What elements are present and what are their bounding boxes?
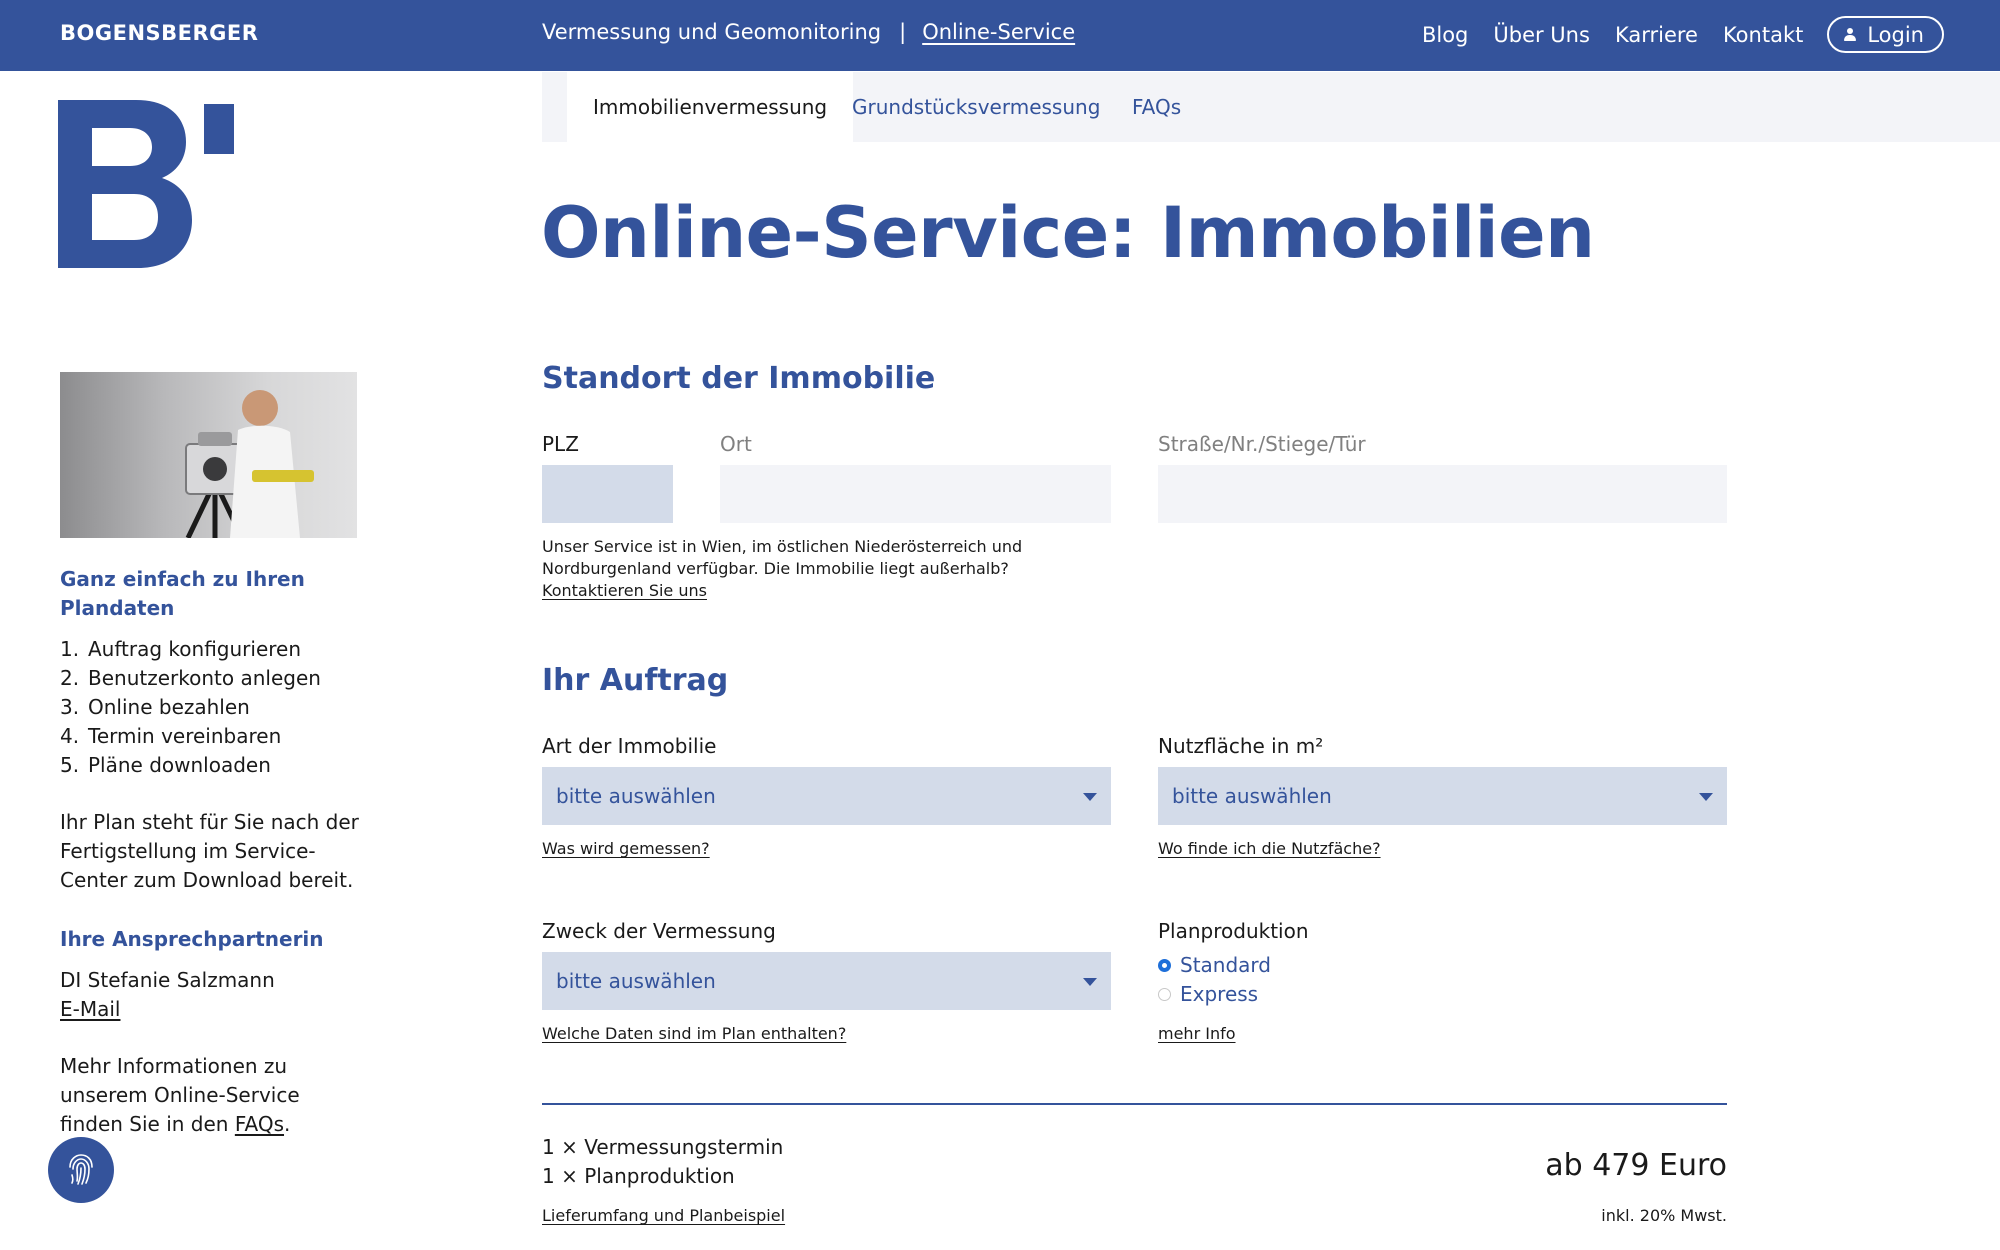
radio-express[interactable]: Express (1158, 982, 1258, 1006)
b-logo-icon[interactable] (58, 100, 238, 268)
order-heading: Ihr Auftrag (542, 663, 729, 698)
purpose-select[interactable]: bitte auswählen (542, 952, 1111, 1010)
tax-note: inkl. 20% Mwst. (1601, 1206, 1727, 1225)
tab-faqs[interactable]: FAQs (1132, 72, 1181, 142)
nav-ueber-uns[interactable]: Über Uns (1493, 23, 1590, 47)
login-button[interactable]: Login (1827, 16, 1944, 53)
steps-list: 1. Auftrag konfigurieren 2. Benutzerkonto … (60, 635, 360, 780)
service-area-note: Unser Service ist in Wien, im östlichen … (542, 537, 1023, 600)
list-item: 2. Benutzerkonto anlegen (60, 666, 321, 690)
street-label: Straße/Nr./Stiege/Tür (1158, 432, 1366, 456)
summary-item: 1 × Planproduktion (542, 1164, 735, 1188)
street-input[interactable] (1158, 465, 1727, 523)
nav-separator: | (899, 20, 907, 44)
list-item: 3. Online bezahlen (60, 695, 250, 719)
plan-data-link[interactable]: Welche Daten sind im Plan enthalten? (542, 1023, 846, 1045)
nav-online-service[interactable]: Online-Service (922, 20, 1075, 44)
sub-tabs: Immobilienvermessung Grundstücksvermessu… (542, 72, 2000, 142)
contact-us-link[interactable]: Kontaktieren Sie uns (542, 581, 707, 600)
user-icon (1843, 27, 1857, 42)
nav-kontakt[interactable]: Kontakt (1723, 23, 1803, 47)
radio-unselected-icon[interactable] (1158, 987, 1171, 1001)
summary-item: 1 × Vermessungstermin (542, 1135, 784, 1159)
secondary-nav: Blog Über Uns Karriere Kontakt Login (1397, 16, 1944, 53)
plz-label: PLZ (542, 432, 579, 456)
production-label: Planproduktion (1158, 919, 1309, 943)
what-is-measured-link[interactable]: Was wird gemessen? (542, 838, 710, 860)
tab-immobilienvermessung[interactable]: Immobilienvermessung (567, 72, 854, 142)
contact-heading: Ihre Ansprechpartnerin (60, 927, 324, 951)
fingerprint-icon (69, 1154, 93, 1185)
chevron-down-icon (1699, 793, 1713, 801)
top-navigation-bar: BOGENSBERGER Vermessung und Geomonitorin… (0, 0, 2000, 71)
production-info-link[interactable]: mehr Info (1158, 1023, 1236, 1045)
radio-standard[interactable]: Standard (1158, 953, 1271, 977)
scope-link[interactable]: Lieferumfang und Planbeispiel (542, 1205, 785, 1227)
nav-blog[interactable]: Blog (1422, 23, 1468, 47)
contact-email-link[interactable]: E-Mail (60, 997, 120, 1021)
contact-name: DI Stefanie Salzmann (60, 968, 275, 992)
login-label: Login (1867, 22, 1924, 47)
page-title: Online-Service: Immobilien (541, 192, 1595, 274)
area-label: Nutzfläche in m² (1158, 734, 1324, 758)
price: ab 479 Euro (1545, 1148, 1727, 1183)
sidebar-heading: Ganz einfach zu Ihren Plandaten (60, 567, 305, 620)
tab-grundstuecksvermessung[interactable]: Grundstücksvermessung (852, 72, 1100, 142)
area-select[interactable]: bitte auswählen (1158, 767, 1727, 825)
plz-input[interactable] (542, 465, 673, 523)
nav-karriere[interactable]: Karriere (1615, 23, 1698, 47)
faqs-link[interactable]: FAQs (235, 1112, 284, 1136)
list-item: 4. Termin vereinbaren (60, 724, 282, 748)
list-item: 5. Pläne downloaden (60, 753, 271, 777)
location-heading: Standort der Immobilie (542, 361, 936, 396)
area-help-link[interactable]: Wo finde ich die Nutzfäche? (1158, 838, 1381, 860)
radio-selected-icon[interactable] (1158, 958, 1171, 972)
fingerprint-button[interactable] (48, 1137, 114, 1203)
list-item: 1. Auftrag konfigurieren (60, 637, 302, 661)
chevron-down-icon (1083, 793, 1097, 801)
nav-vermessung[interactable]: Vermessung und Geomonitoring (542, 20, 881, 44)
purpose-label: Zweck der Vermessung (542, 919, 776, 943)
more-info-text: Mehr Informationen zu unserem Online-Ser… (60, 1054, 300, 1136)
summary-items: 1 × Vermessungstermin 1 × Planproduktion (542, 1133, 783, 1191)
property-type-label: Art der Immobilie (542, 734, 717, 758)
brand-name[interactable]: BOGENSBERGER (60, 21, 258, 45)
plan-availability-text: Ihr Plan steht für Sie nach der Fertigst… (60, 810, 359, 892)
surveyor-photo (60, 372, 357, 538)
property-type-select[interactable]: bitte auswählen (542, 767, 1111, 825)
ort-input[interactable] (720, 465, 1111, 523)
sidebar-steps-block: Ganz einfach zu Ihren Plandaten 1. Auftra… (60, 565, 360, 1139)
ort-label: Ort (720, 432, 752, 456)
main-nav: Vermessung und Geomonitoring | Online-Se… (542, 20, 1075, 44)
summary-divider (542, 1103, 1727, 1105)
chevron-down-icon (1083, 978, 1097, 986)
